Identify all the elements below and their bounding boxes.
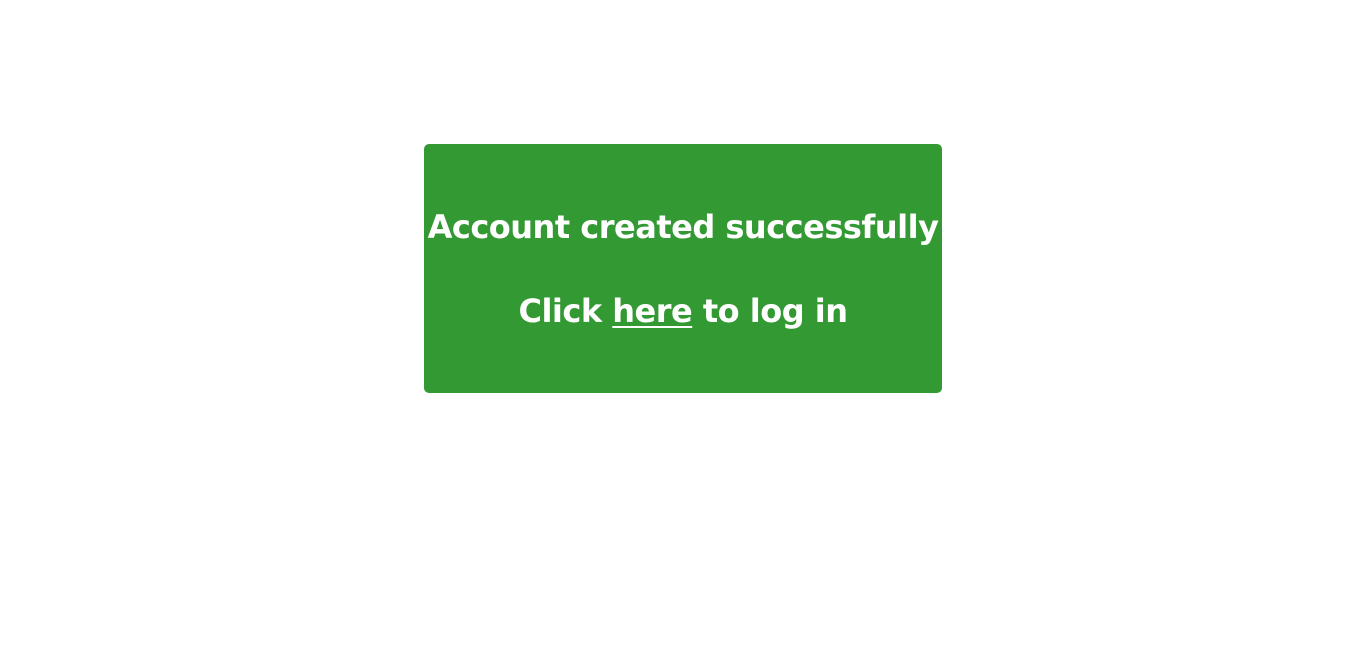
success-message-card: Account created successfully Click here … <box>424 144 942 393</box>
login-link[interactable]: here <box>612 292 692 330</box>
success-title: Account created successfully <box>427 207 939 246</box>
login-prompt: Click here to log in <box>518 291 848 331</box>
login-prefix-text: Click <box>518 291 613 330</box>
page: Account created successfully Click here … <box>0 0 1366 665</box>
login-suffix-text: to log in <box>692 291 848 330</box>
